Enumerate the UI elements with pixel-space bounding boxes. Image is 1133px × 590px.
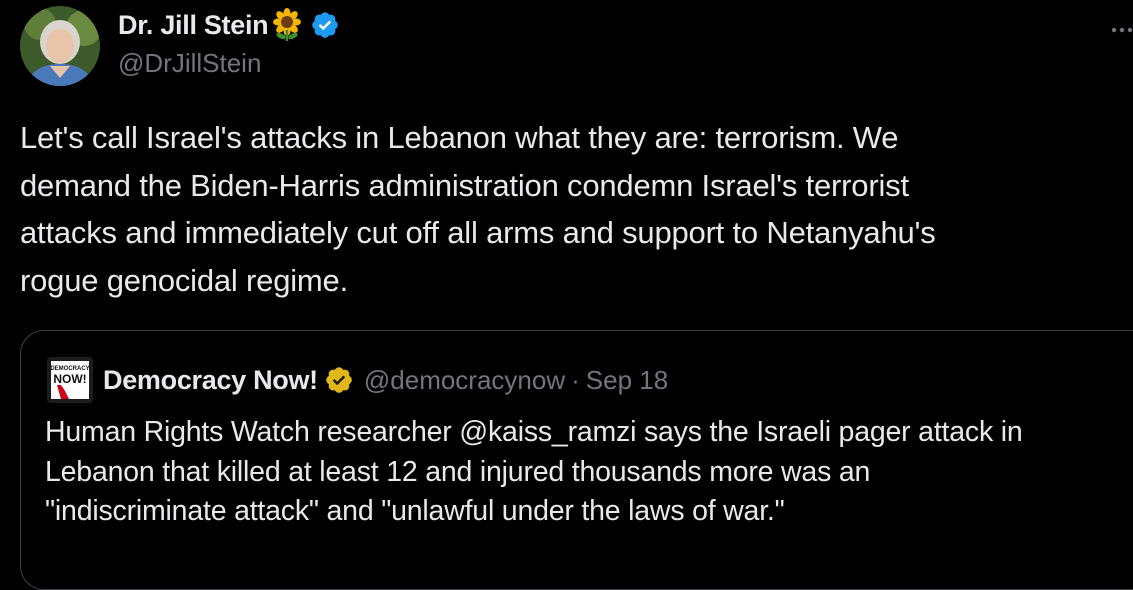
quoted-author-display-name[interactable]: Democracy Now!	[103, 365, 318, 396]
tweet: Dr. Jill Stein @DrJillStein Let's call I…	[0, 0, 1133, 590]
quoted-author-handle[interactable]: @democracynow	[364, 365, 565, 396]
verified-org-badge-icon[interactable]	[324, 365, 354, 395]
author-display-name[interactable]: Dr. Jill Stein	[118, 10, 269, 41]
separator-dot: ·	[571, 364, 580, 395]
more-options-icon[interactable]	[1110, 10, 1133, 40]
author-name-row: Dr. Jill Stein	[118, 8, 340, 42]
quoted-tweet-text: Human Rights Watch researcher @kaiss_ram…	[45, 416, 1023, 527]
democracy-now-logo-icon: DEMOCRACY NOW!	[47, 357, 93, 403]
quoted-author-avatar[interactable]: DEMOCRACY NOW!	[47, 357, 93, 403]
quoted-tweet-card[interactable]: DEMOCRACY NOW! Democracy Now! @democracy…	[20, 330, 1133, 590]
quoted-tweet-date[interactable]: Sep 18	[586, 365, 668, 396]
quoted-tweet-header: DEMOCRACY NOW! Democracy Now! @democracy…	[47, 355, 668, 405]
author-avatar-image	[20, 6, 100, 86]
author-header: Dr. Jill Stein @DrJillStein	[118, 8, 340, 79]
author-avatar[interactable]	[20, 6, 100, 86]
quoted-avatar-label-bottom: NOW!	[53, 372, 86, 386]
author-handle[interactable]: @DrJillStein	[118, 48, 340, 79]
tweet-text: Let's call Israel's attacks in Lebanon w…	[20, 120, 936, 298]
sunflower-icon	[273, 8, 302, 41]
verified-badge-icon[interactable]	[310, 10, 340, 40]
